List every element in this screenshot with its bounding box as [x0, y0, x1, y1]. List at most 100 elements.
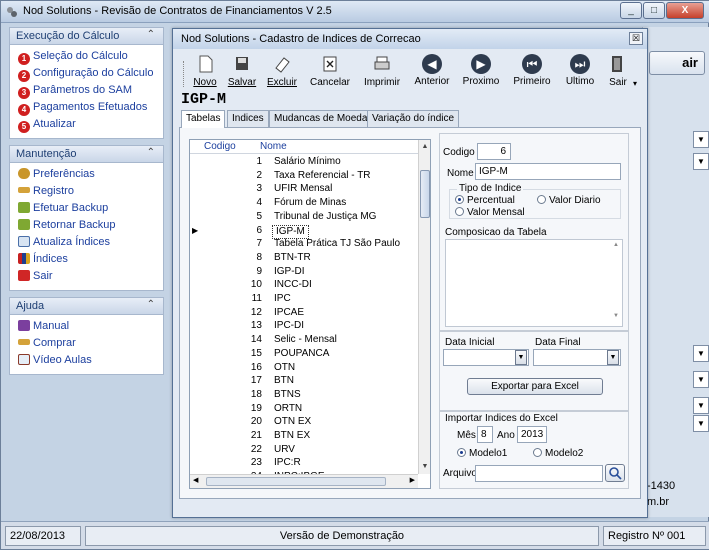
chevron-down-icon[interactable]: ▼ [693, 397, 709, 414]
collapse-icon[interactable]: ⌃ [147, 29, 155, 40]
sidebar-item-retornar-backup[interactable]: Retornar Backup [10, 217, 163, 234]
sidebar-item-parametros[interactable]: 3 Parâmetros do SAM [10, 82, 163, 99]
codigo-field[interactable]: 6 [477, 143, 511, 160]
scroll-down-icon[interactable]: ▼ [420, 462, 430, 472]
group-header-ajuda[interactable]: Ajuda ⌃ [9, 297, 164, 315]
sidebar-item-selecao[interactable]: 1 Seleção do Cálculo [10, 48, 163, 65]
table-row[interactable]: 23 IPC:R [190, 457, 418, 469]
table-row[interactable]: 14 Selic - Mensal [190, 334, 418, 346]
collapse-icon[interactable]: ⌃ [147, 147, 155, 158]
maximize-button[interactable]: □ [643, 2, 665, 19]
background-sair-button[interactable]: air [649, 51, 705, 75]
anterior-button[interactable]: ◀ Anterior [411, 53, 453, 109]
sidebar-item-atualiza-indices[interactable]: Atualiza Índices [10, 234, 163, 251]
tab-tabelas[interactable]: Tabelas [181, 110, 226, 128]
radio-modelo1[interactable]: Modelo1 [457, 448, 507, 459]
scroll-up-icon[interactable]: ▲ [613, 242, 619, 248]
sidebar-item-atualizar[interactable]: 5 Atualizar [10, 116, 163, 133]
tab-variacao-indice[interactable]: Variação do índice [367, 110, 460, 127]
tab-indices[interactable]: Indices [227, 110, 269, 127]
table-row[interactable]: 18 BTNS [190, 389, 418, 401]
scroll-thumb[interactable] [420, 170, 430, 218]
chevron-down-icon[interactable]: ▼ [693, 153, 709, 170]
mes-field[interactable]: 8 [477, 426, 493, 443]
group-header-manutencao[interactable]: Manutenção ⌃ [9, 145, 164, 163]
cancelar-button[interactable]: Cancelar [307, 53, 353, 109]
chevron-down-icon[interactable]: ▼ [693, 371, 709, 388]
sidebar-item-registro[interactable]: Registro [10, 183, 163, 200]
chevron-down-icon[interactable]: ▼ [693, 415, 709, 432]
vertical-scrollbar[interactable]: ▲ ▼ [418, 140, 430, 474]
sidebar-item-efetuar-backup[interactable]: Efetuar Backup [10, 200, 163, 217]
radio-valor-diario[interactable]: Valor Diario [537, 195, 601, 206]
tab-mudancas-moeda[interactable]: Mudancas de Moeda [269, 110, 373, 127]
table-row[interactable]: 10 INCC-DI [190, 279, 418, 291]
table-row[interactable]: 12 IPCAE [190, 307, 418, 319]
radio-valor-mensal[interactable]: Valor Mensal [455, 207, 525, 218]
primeiro-button[interactable]: ⏮ Primeiro [509, 53, 555, 109]
scroll-right-icon[interactable]: ▶ [410, 476, 415, 484]
sidebar-item-sair[interactable]: Sair [10, 268, 163, 285]
scroll-left-icon[interactable]: ◀ [193, 476, 198, 484]
sidebar-item-video-aulas[interactable]: Vídeo Aulas [10, 352, 163, 369]
scroll-up-icon[interactable]: ▲ [420, 142, 430, 152]
indices-table[interactable]: Codigo Nome 1 Salário Mínimo 2 Taxa Referen… [189, 139, 431, 489]
ano-field[interactable]: 2013 [517, 426, 547, 443]
table-row[interactable]: 4 Fórum de Minas [190, 197, 418, 209]
excluir-button[interactable]: Excluir [263, 53, 301, 109]
imprimir-button[interactable]: Imprimir [359, 53, 405, 109]
chevron-down-icon[interactable]: ▼ [515, 350, 527, 365]
table-row[interactable]: 5 Tribunal de Justiça MG [190, 211, 418, 223]
arquivo-field[interactable] [475, 465, 603, 482]
sidebar-item-indices[interactable]: Índices [10, 251, 163, 268]
scroll-thumb[interactable] [206, 477, 386, 486]
salvar-button[interactable]: Salvar [225, 53, 259, 109]
radio-percentual[interactable]: Percentual [455, 195, 515, 206]
cell-nome: OTN [274, 361, 296, 373]
table-row[interactable]: 2 Taxa Referencial - TR [190, 170, 418, 182]
table-row[interactable]: 16 OTN [190, 362, 418, 374]
printer-icon [374, 56, 390, 70]
minimize-button[interactable]: _ [620, 2, 642, 19]
table-row[interactable]: 11 IPC [190, 293, 418, 305]
column-header-nome[interactable]: Nome [260, 141, 287, 152]
table-row[interactable]: 19 ORTN [190, 403, 418, 415]
chevron-down-icon[interactable]: ▼ [693, 131, 709, 148]
proximo-button[interactable]: ▶ Proximo [459, 53, 503, 109]
nome-field[interactable]: IGP-M [475, 163, 621, 180]
table-row[interactable]: 8 BTN-TR [190, 252, 418, 264]
radio-modelo2[interactable]: Modelo2 [533, 448, 583, 459]
table-row[interactable]: 9 IGP-DI [190, 266, 418, 278]
table-row[interactable]: 7 Tabela Prática TJ São Paulo [190, 238, 418, 250]
sidebar-item-configuracao[interactable]: 2 Configuração do Cálculo [10, 65, 163, 82]
ultimo-button[interactable]: ⏭ Ultimo [561, 53, 599, 109]
table-row[interactable]: 22 URV [190, 444, 418, 456]
scroll-down-icon[interactable]: ▼ [613, 313, 619, 319]
column-header-codigo[interactable]: Codigo [204, 141, 236, 152]
toolbar-overflow-icon[interactable]: ▾ [633, 79, 637, 88]
close-button[interactable]: X [666, 2, 704, 19]
table-row[interactable]: 3 UFIR Mensal [190, 183, 418, 195]
table-row[interactable]: ▶ 6 IGP-M [190, 224, 418, 239]
chevron-down-icon[interactable]: ▼ [693, 345, 709, 362]
table-row[interactable]: 20 OTN EX [190, 416, 418, 428]
sidebar-item-comprar[interactable]: Comprar [10, 335, 163, 352]
horizontal-scrollbar[interactable]: ◀ ▶ [190, 474, 418, 488]
table-row[interactable]: 15 POUPANCA [190, 348, 418, 360]
sidebar-item-preferencias[interactable]: Preferências [10, 166, 163, 183]
dialog-close-button[interactable]: ☒ [629, 32, 643, 45]
chevron-down-icon[interactable]: ▼ [607, 350, 619, 365]
exportar-excel-button[interactable]: Exportar para Excel [467, 378, 603, 395]
table-row[interactable]: 21 BTN EX [190, 430, 418, 442]
sidebar-item-label: Pagamentos Efetuados [33, 101, 148, 113]
sair-button[interactable]: Sair [603, 53, 633, 109]
sidebar-item-manual[interactable]: Manual [10, 318, 163, 335]
browse-file-button[interactable] [605, 464, 625, 482]
group-header-execucao[interactable]: Execução do Cálculo ⌃ [9, 27, 164, 45]
table-row[interactable]: 13 IPC-DI [190, 320, 418, 332]
table-row[interactable]: 1 Salário Mínimo [190, 156, 418, 168]
composicao-textarea[interactable] [445, 239, 623, 327]
collapse-icon[interactable]: ⌃ [147, 299, 155, 310]
table-row[interactable]: 17 BTN [190, 375, 418, 387]
sidebar-item-pagamentos[interactable]: 4 Pagamentos Efetuados [10, 99, 163, 116]
